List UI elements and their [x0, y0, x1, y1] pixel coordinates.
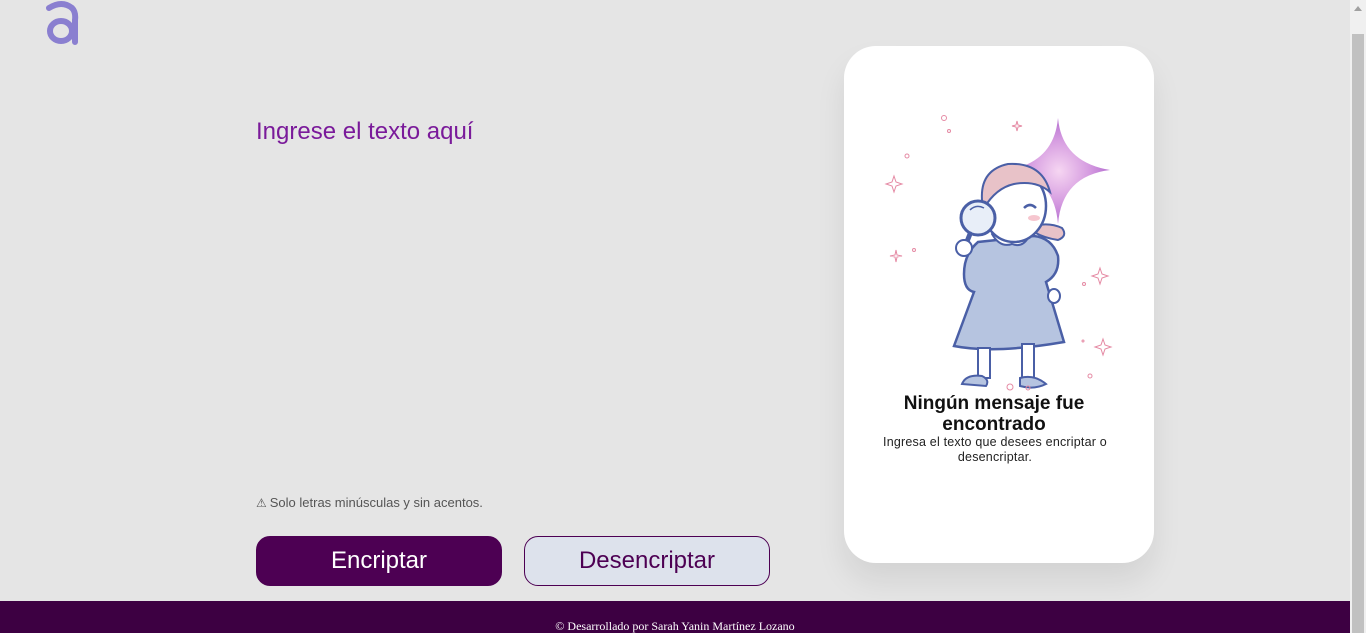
- girl-with-magnifying-glass-illustration: [874, 114, 1124, 394]
- footer-text: © Desarrollado por Sarah Yanin Martínez …: [555, 619, 795, 633]
- input-hint: ⚠ Solo letras minúsculas y sin acentos.: [256, 495, 483, 510]
- scroll-up-arrow-icon[interactable]: [1354, 6, 1362, 11]
- logo: [44, 0, 80, 46]
- hint-text: Solo letras minúsculas y sin acentos.: [269, 495, 483, 510]
- decrypt-button[interactable]: Desencriptar: [524, 536, 770, 586]
- scrollbar-thumb[interactable]: [1352, 34, 1364, 633]
- output-card: Ningún mensaje fue encontrado Ingresa el…: [844, 46, 1154, 563]
- empty-state-subtitle: Ingresa el texto que desees encriptar o …: [883, 435, 1107, 464]
- warning-icon: ⚠: [256, 495, 267, 510]
- footer: © Desarrollado por Sarah Yanin Martínez …: [0, 601, 1350, 633]
- encrypt-button[interactable]: Encriptar: [256, 536, 502, 586]
- text-input[interactable]: [256, 114, 796, 474]
- empty-state-title: Ningún mensaje fue encontrado: [903, 393, 1085, 435]
- alura-logo-icon: [46, 1, 79, 45]
